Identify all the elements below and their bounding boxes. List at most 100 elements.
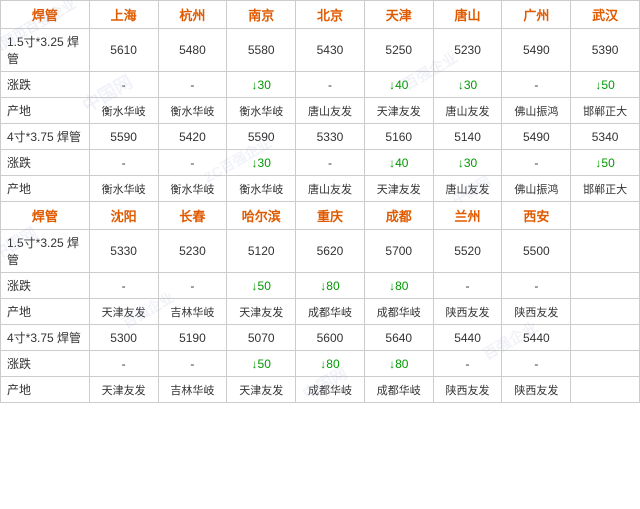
price-2-4: 5330 [296, 124, 365, 150]
origin-2-1: 衡水华岐 [89, 176, 158, 202]
change-4-7: - [502, 351, 571, 377]
change-row-3: 涨跌 - - ↓50 ↓80 ↓80 - - [1, 273, 640, 299]
product-label-3: 1.5寸*3.25 焊管 [1, 230, 90, 273]
price-4-6: 5440 [433, 325, 502, 351]
header2-city-7: 西安 [502, 202, 571, 230]
header-row-1: 焊管 上海 杭州 南京 北京 天津 唐山 广州 武汉 [1, 1, 640, 29]
change-1-2: - [158, 72, 227, 98]
origin-4-2: 吉林华岐 [158, 377, 227, 403]
origin-2-2: 衡水华岐 [158, 176, 227, 202]
origin-row-2: 产地 衡水华岐 衡水华岐 衡水华岐 唐山友发 天津友发 唐山友发 佛山振鸿 邯郸… [1, 176, 640, 202]
origin-2-6: 唐山友发 [433, 176, 502, 202]
product-label-4: 4寸*3.75 焊管 [1, 325, 90, 351]
header-city-7: 广州 [502, 1, 571, 29]
header-row-2: 焊管 沈阳 长春 哈尔滨 重庆 成都 兰州 西安 [1, 202, 640, 230]
change-4-3: ↓50 [227, 351, 296, 377]
price-3-1: 5330 [89, 230, 158, 273]
origin-row-3: 产地 天津友发 吉林华岐 天津友发 成都华岐 成都华岐 陕西友发 陕西友发 [1, 299, 640, 325]
origin-4-8 [571, 377, 640, 403]
origin-1-1: 衡水华岐 [89, 98, 158, 124]
change-3-4: ↓80 [296, 273, 365, 299]
change-1-4: - [296, 72, 365, 98]
header-city-4: 北京 [296, 1, 365, 29]
change-3-7: - [502, 273, 571, 299]
price-3-8 [571, 230, 640, 273]
origin-3-1: 天津友发 [89, 299, 158, 325]
price-3-6: 5520 [433, 230, 502, 273]
price-table: 焊管 上海 杭州 南京 北京 天津 唐山 广州 武汉 1.5寸*3.25 焊管 … [0, 0, 640, 403]
change-2-2: - [158, 150, 227, 176]
product-label-1: 1.5寸*3.25 焊管 [1, 29, 90, 72]
origin-1-8: 邯郸正大 [571, 98, 640, 124]
change-2-5: ↓40 [364, 150, 433, 176]
header2-city-5: 成都 [364, 202, 433, 230]
origin-3-5: 成都华岐 [364, 299, 433, 325]
origin-label-1: 产地 [1, 98, 90, 124]
header2-city-empty [571, 202, 640, 230]
product-label-2: 4寸*3.75 焊管 [1, 124, 90, 150]
change-label-2: 涨跌 [1, 150, 90, 176]
origin-4-7: 陕西友发 [502, 377, 571, 403]
origin-4-5: 成都华岐 [364, 377, 433, 403]
origin-1-5: 天津友发 [364, 98, 433, 124]
header-label-1: 焊管 [1, 1, 90, 29]
price-4-5: 5640 [364, 325, 433, 351]
change-3-3: ↓50 [227, 273, 296, 299]
change-2-4: - [296, 150, 365, 176]
header-city-2: 杭州 [158, 1, 227, 29]
origin-3-3: 天津友发 [227, 299, 296, 325]
origin-3-7: 陕西友发 [502, 299, 571, 325]
change-2-7: - [502, 150, 571, 176]
change-3-5: ↓80 [364, 273, 433, 299]
change-row-2: 涨跌 - - ↓30 - ↓40 ↓30 - ↓50 [1, 150, 640, 176]
price-3-7: 5500 [502, 230, 571, 273]
origin-1-3: 衡水华岐 [227, 98, 296, 124]
header-city-5: 天津 [364, 1, 433, 29]
product-row-1: 1.5寸*3.25 焊管 5610 5480 5580 5430 5250 52… [1, 29, 640, 72]
origin-1-6: 唐山友发 [433, 98, 502, 124]
change-1-8: ↓50 [571, 72, 640, 98]
change-4-2: - [158, 351, 227, 377]
origin-label-3: 产地 [1, 299, 90, 325]
price-2-8: 5340 [571, 124, 640, 150]
header2-city-3: 哈尔滨 [227, 202, 296, 230]
price-4-2: 5190 [158, 325, 227, 351]
change-label-4: 涨跌 [1, 351, 90, 377]
price-2-1: 5590 [89, 124, 158, 150]
header-city-1: 上海 [89, 1, 158, 29]
change-1-6: ↓30 [433, 72, 502, 98]
origin-1-7: 佛山振鸿 [502, 98, 571, 124]
change-4-8 [571, 351, 640, 377]
origin-2-8: 邯郸正大 [571, 176, 640, 202]
price-1-4: 5430 [296, 29, 365, 72]
origin-3-4: 成都华岐 [296, 299, 365, 325]
origin-3-8 [571, 299, 640, 325]
change-3-1: - [89, 273, 158, 299]
price-1-5: 5250 [364, 29, 433, 72]
price-2-2: 5420 [158, 124, 227, 150]
header-city-6: 唐山 [433, 1, 502, 29]
change-row-4: 涨跌 - - ↓50 ↓80 ↓80 - - [1, 351, 640, 377]
change-3-8 [571, 273, 640, 299]
change-1-3: ↓30 [227, 72, 296, 98]
change-1-1: - [89, 72, 158, 98]
origin-2-7: 佛山振鸿 [502, 176, 571, 202]
price-4-3: 5070 [227, 325, 296, 351]
price-3-5: 5700 [364, 230, 433, 273]
header-city-3: 南京 [227, 1, 296, 29]
origin-2-4: 唐山友发 [296, 176, 365, 202]
origin-4-3: 天津友发 [227, 377, 296, 403]
origin-label-2: 产地 [1, 176, 90, 202]
origin-label-4: 产地 [1, 377, 90, 403]
origin-3-6: 陕西友发 [433, 299, 502, 325]
price-1-6: 5230 [433, 29, 502, 72]
product-row-4: 4寸*3.75 焊管 5300 5190 5070 5600 5640 5440… [1, 325, 640, 351]
price-2-3: 5590 [227, 124, 296, 150]
price-4-4: 5600 [296, 325, 365, 351]
price-4-1: 5300 [89, 325, 158, 351]
price-4-7: 5440 [502, 325, 571, 351]
price-1-8: 5390 [571, 29, 640, 72]
change-3-2: - [158, 273, 227, 299]
change-1-5: ↓40 [364, 72, 433, 98]
change-4-6: - [433, 351, 502, 377]
